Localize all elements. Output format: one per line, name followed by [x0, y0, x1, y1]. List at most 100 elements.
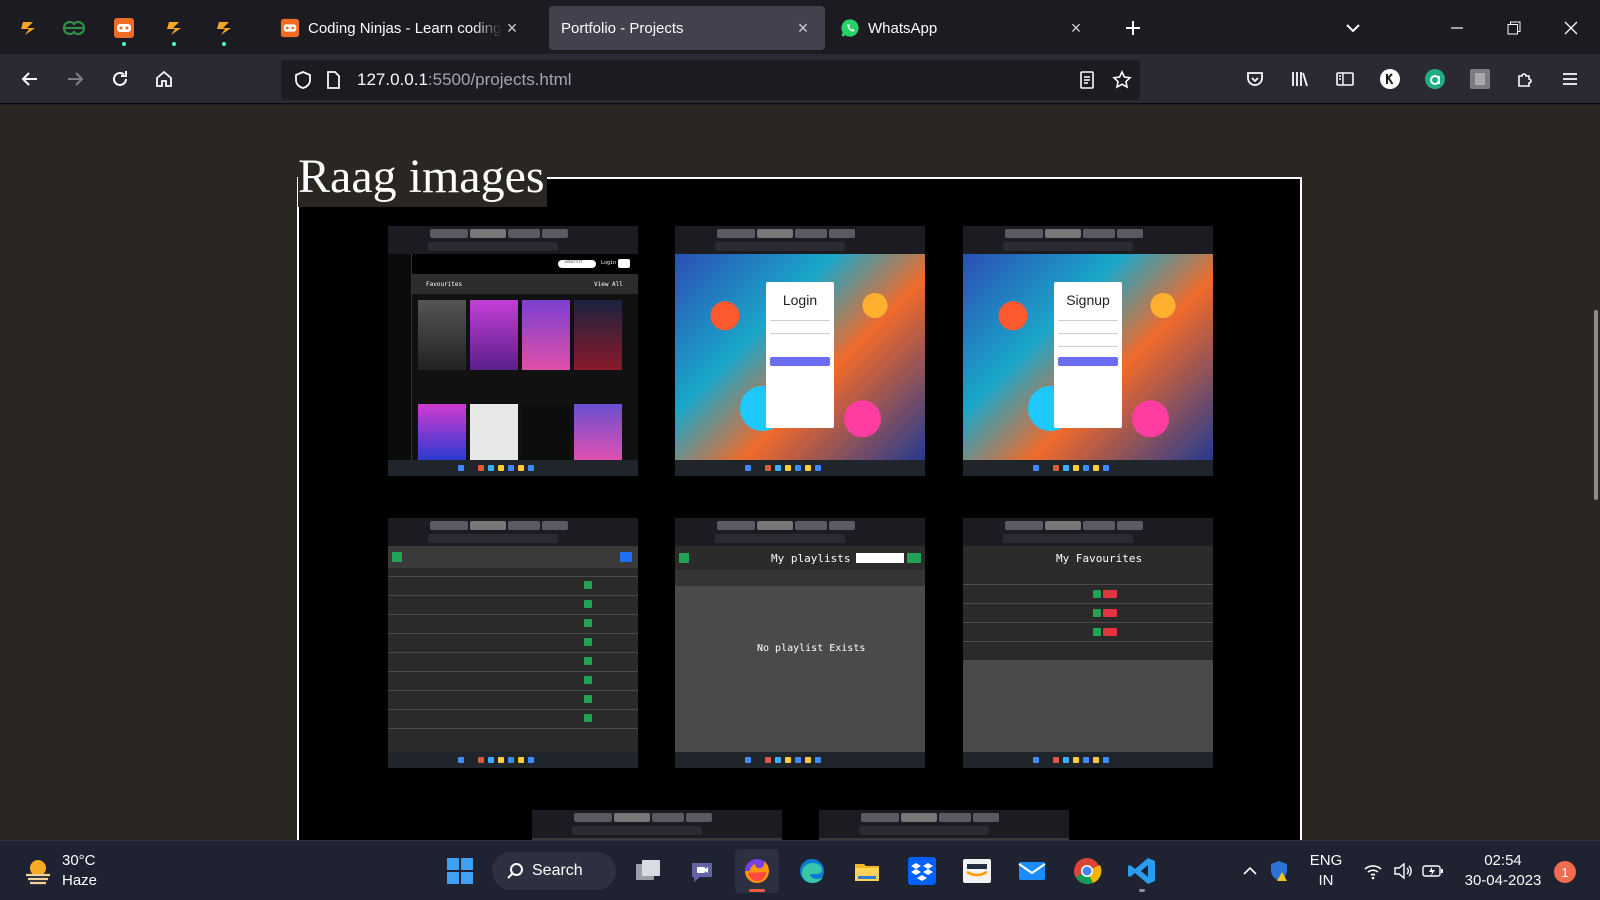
close-tab-icon[interactable]: ×: [1066, 18, 1086, 38]
dropbox-button[interactable]: [900, 849, 944, 893]
extensions-button[interactable]: [1505, 59, 1545, 99]
page-scrollbar[interactable]: [1594, 310, 1598, 500]
address-bar[interactable]: 127.0.0.1:5500/projects.html: [281, 60, 1140, 100]
pinned-tab-codestudio-2[interactable]: [152, 6, 196, 50]
pinned-tab-geeksforgeeks[interactable]: [52, 6, 96, 50]
pinned-tab-codingninjas[interactable]: [102, 6, 146, 50]
mini-signup-heading: Signup: [1066, 292, 1110, 308]
screenshot-playlists[interactable]: My playlists No playlist Exists: [675, 518, 925, 768]
screenshot-row3-right[interactable]: [819, 810, 1069, 840]
new-tab-button[interactable]: [1113, 8, 1153, 48]
tab-portfolio-projects[interactable]: Portfolio - Projects ×: [549, 6, 825, 50]
reader-view-icon[interactable]: [1075, 68, 1099, 92]
volume-tray-button[interactable]: [1389, 849, 1417, 893]
extension-a-icon: [1425, 69, 1445, 89]
close-tab-icon[interactable]: ×: [502, 18, 522, 38]
weather-widget[interactable]: 30°C Haze: [22, 851, 97, 891]
language-line2: IN: [1318, 872, 1334, 889]
library-button[interactable]: [1280, 59, 1320, 99]
mini-login-card: Login: [766, 282, 834, 428]
screenshot-login[interactable]: Login: [675, 226, 925, 476]
tab-coding-ninjas[interactable]: Coding Ninjas - Learn coding online ×: [268, 6, 534, 50]
codingninjas-icon: [280, 18, 300, 38]
pocket-button[interactable]: [1235, 59, 1275, 99]
url-text[interactable]: 127.0.0.1:5500/projects.html: [357, 70, 572, 90]
weather-temp: 30°C: [62, 852, 96, 869]
arrow-left-icon: [21, 72, 37, 86]
tab-title: Coding Ninjas - Learn coding online: [308, 19, 502, 37]
bookmark-star-icon[interactable]: [1110, 68, 1134, 92]
restore-button[interactable]: [1494, 8, 1534, 48]
screenshot-favourites[interactable]: My Favourites: [963, 518, 1213, 768]
library-icon: [1292, 72, 1308, 87]
home-icon: [156, 70, 172, 87]
extension-a-button[interactable]: [1415, 59, 1455, 99]
screenshot-home-favourites[interactable]: Search Login Favourites View All: [388, 226, 638, 476]
forward-button[interactable]: [55, 59, 95, 99]
pinned-tab-codestudio[interactable]: [6, 6, 50, 50]
puzzle-icon: [1518, 73, 1532, 87]
taskbar-search-label: Search: [532, 862, 583, 879]
weather-condition: Haze: [62, 872, 98, 889]
task-view-button[interactable]: [626, 849, 670, 893]
vscode-icon: [1128, 858, 1155, 884]
shield-warning-icon: [1271, 861, 1287, 881]
back-button[interactable]: [10, 59, 50, 99]
list-all-tabs-button[interactable]: [1333, 8, 1373, 48]
file-explorer-button[interactable]: [845, 849, 889, 893]
mini-favourites-heading: Favourites: [426, 281, 463, 288]
tab-whatsapp[interactable]: WhatsApp ×: [828, 6, 1098, 50]
amazon-button[interactable]: [955, 849, 999, 893]
extension-gray-button[interactable]: [1460, 59, 1500, 99]
url-path: :5500/projects.html: [427, 70, 572, 89]
plus-icon: [1126, 21, 1140, 35]
mail-button[interactable]: [1010, 849, 1054, 893]
chrome-button[interactable]: [1065, 849, 1109, 893]
page-icon[interactable]: [321, 68, 345, 92]
codestudio-icon: [21, 22, 35, 35]
screenshot-songs-list[interactable]: [388, 518, 638, 768]
battery-tray-button[interactable]: [1419, 849, 1447, 893]
wifi-tray-button[interactable]: [1359, 849, 1387, 893]
pinned-tab-codestudio-3[interactable]: [202, 6, 246, 50]
clock-date: 30-04-2023: [1464, 872, 1542, 889]
security-tray-button[interactable]: [1264, 849, 1294, 893]
amazon-icon: [963, 859, 991, 883]
extension-square-icon: [1470, 69, 1490, 89]
mini-view-all: View All: [594, 281, 623, 288]
task-view-icon: [636, 860, 660, 880]
menu-button[interactable]: [1550, 59, 1590, 99]
sidebar-button[interactable]: [1325, 59, 1365, 99]
teams-chat-button[interactable]: [680, 849, 724, 893]
reload-button[interactable]: [100, 59, 140, 99]
start-button[interactable]: [438, 849, 482, 893]
profile-k-button[interactable]: [1370, 59, 1410, 99]
chevron-up-icon: [1243, 866, 1257, 875]
notification-badge[interactable]: 1: [1554, 861, 1576, 883]
windows-logo-icon: [447, 858, 473, 884]
taskbar-search[interactable]: Search: [492, 852, 616, 890]
edge-button[interactable]: [790, 849, 834, 893]
shield-icon[interactable]: [291, 68, 315, 92]
dropbox-icon: [908, 857, 936, 885]
minimize-button[interactable]: [1437, 8, 1477, 48]
close-tab-icon[interactable]: ×: [793, 18, 813, 38]
clock[interactable]: 02:54 30-04-2023: [1458, 851, 1548, 891]
close-window-button[interactable]: [1551, 8, 1591, 48]
minimize-icon: [1451, 27, 1463, 29]
vscode-button[interactable]: [1120, 849, 1164, 893]
page-viewport[interactable]: Raag images Search Login Favourites View…: [0, 105, 1600, 840]
language-indicator[interactable]: ENG IN: [1303, 851, 1349, 891]
mini-playlists-heading: My playlists: [771, 552, 851, 565]
firefox-button[interactable]: [735, 849, 779, 893]
screenshot-row3-left[interactable]: [532, 810, 782, 840]
screenshot-signup[interactable]: Signup: [963, 226, 1213, 476]
chat-icon: [692, 863, 712, 882]
home-button[interactable]: [144, 59, 184, 99]
edge-icon: [800, 859, 824, 883]
codestudio-icon: [167, 22, 181, 35]
show-hidden-icons-button[interactable]: [1235, 849, 1265, 893]
avatar-k-icon: [1380, 69, 1400, 89]
mini-empty-message: No playlist Exists: [757, 643, 866, 654]
wifi-icon: [1364, 865, 1382, 880]
